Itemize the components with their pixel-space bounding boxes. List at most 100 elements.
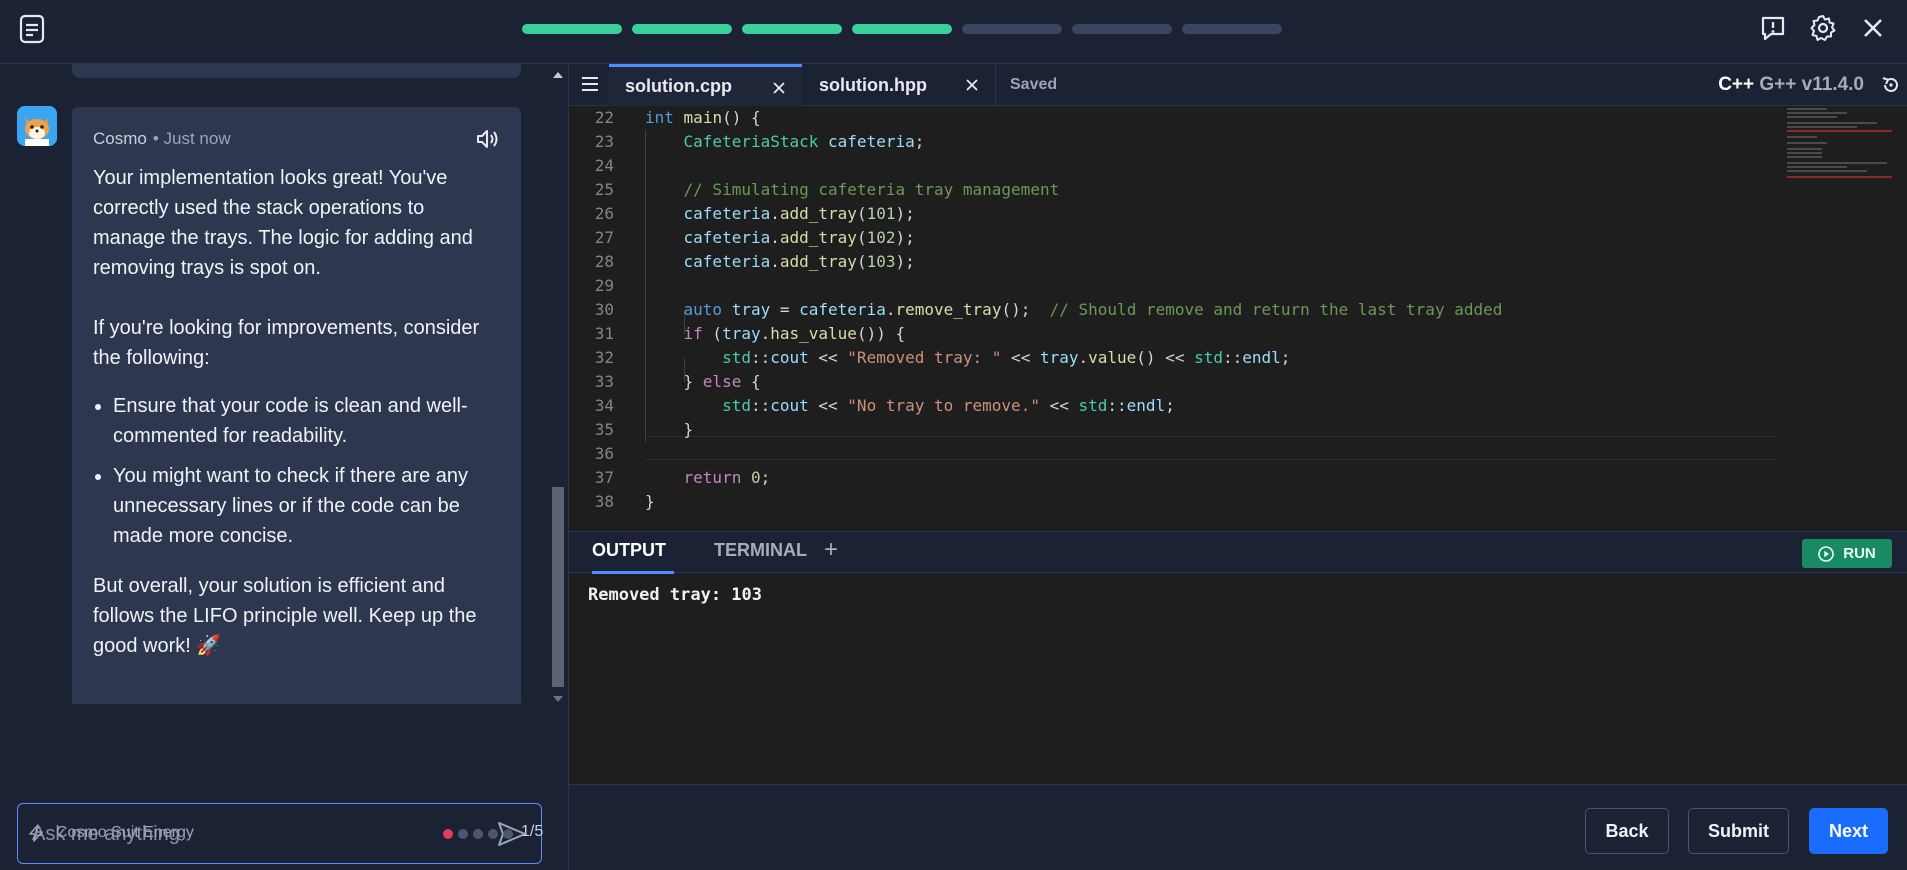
top-bar [0, 0, 1907, 64]
code-line: 25 // Simulating cafeteria tray manageme… [569, 178, 1669, 202]
energy-label: Cosmo Suit Energy [56, 824, 194, 841]
next-button[interactable]: Next [1809, 808, 1888, 854]
code-text: auto tray = cafeteria.remove_tray(); // … [683, 300, 1503, 319]
line-number: 32 [594, 348, 614, 367]
code-area[interactable]: 22 int main() { 23 CafeteriaStack cafeteri… [569, 106, 1907, 531]
code-line: 29 [569, 274, 1669, 298]
line-number: 34 [594, 396, 614, 415]
code-line: 36 [569, 442, 1669, 466]
speaker-icon[interactable] [475, 127, 501, 151]
line-number: 22 [594, 108, 614, 127]
code-line: 33 } else { [569, 370, 1669, 394]
code-text: cafeteria.add_tray(102); [683, 228, 915, 247]
save-status: Saved [1010, 76, 1058, 93]
tab-solution-cpp[interactable]: solution.cpp [609, 64, 802, 106]
energy-dot [443, 829, 453, 839]
minimap[interactable] [1787, 108, 1902, 188]
progress-segment [962, 24, 1062, 34]
energy-dot [458, 829, 468, 839]
code-line: 30 auto tray = cafeteria.remove_tray(); … [569, 298, 1669, 322]
scroll-up-arrow[interactable] [553, 72, 563, 78]
line-number: 37 [594, 468, 614, 487]
suggestion-list: Ensure that your code is clean and well-… [93, 391, 501, 551]
code-text: } [645, 420, 694, 439]
run-label: RUN [1843, 545, 1876, 562]
code-line: 31 if (tray.has_value()) { [569, 322, 1669, 346]
tab-solution-hpp[interactable]: solution.hpp [803, 64, 996, 106]
scroll-thumb[interactable] [552, 487, 564, 687]
energy-dot [503, 829, 513, 839]
progress-segment [1072, 24, 1172, 34]
list-item: You might want to check if there are any… [113, 461, 501, 551]
sender-name: Cosmo [93, 129, 147, 148]
code-text: cafeteria.add_tray(103); [683, 252, 915, 271]
progress-segment [522, 24, 622, 34]
code-line: 35 } [569, 418, 1669, 442]
play-icon [1818, 545, 1835, 562]
tab-label: solution.hpp [819, 74, 927, 95]
code-line: 37 return 0; [569, 466, 1669, 490]
message-time: • Just now [152, 129, 231, 148]
line-number: 23 [594, 132, 614, 151]
report-icon[interactable] [1757, 12, 1789, 44]
chat-scrollbar[interactable] [549, 64, 567, 710]
code-line: 34 std::cout << "No tray to remove." << … [569, 394, 1669, 418]
chat-history[interactable]: Cosmo • Just now Your implementation loo… [0, 64, 550, 704]
language-name: C++ [1718, 74, 1755, 95]
code-text: } else { [645, 372, 761, 391]
line-number: 28 [594, 252, 614, 271]
energy-dot [488, 829, 498, 839]
line-number: 38 [594, 492, 614, 511]
progress-segment [632, 24, 732, 34]
energy-dot [473, 829, 483, 839]
code-line: 32 std::cout << "Removed tray: " << tray… [569, 346, 1669, 370]
energy-dots [443, 829, 513, 839]
language-selector[interactable]: C++ G++ v11.4.0 [1718, 74, 1864, 96]
output-tabs: OUTPUT TERMINAL + RUN [569, 531, 1907, 574]
code-text: std::cout << "Removed tray: " << tray.va… [722, 348, 1291, 367]
notes-icon[interactable] [18, 14, 46, 44]
tab-label: solution.cpp [625, 76, 732, 96]
code-text: CafeteriaStack cafeteria; [683, 132, 925, 151]
back-button[interactable]: Back [1585, 808, 1669, 854]
code-line: 27 cafeteria.add_tray(102); [569, 226, 1669, 250]
code-text: int main() { [645, 108, 761, 127]
close-icon[interactable] [965, 76, 979, 91]
menu-icon[interactable] [581, 76, 599, 92]
close-icon[interactable] [772, 79, 786, 94]
code-line: 23 CafeteriaStack cafeteria; [569, 130, 1669, 154]
line-number: 33 [594, 372, 614, 391]
assistant-message: Cosmo • Just now Your implementation loo… [72, 107, 521, 704]
compiler-version: G++ v11.4.0 [1759, 74, 1864, 95]
code-line: 38} [569, 490, 1669, 514]
tab-terminal[interactable]: TERMINAL [714, 540, 807, 574]
file-tabs: solution.cpp solution.hpp Saved C++ G++ … [569, 64, 1907, 106]
submit-button[interactable]: Submit [1688, 808, 1789, 854]
gear-icon[interactable] [1807, 12, 1839, 44]
code-editor-panel: solution.cpp solution.hpp Saved C++ G++ … [568, 64, 1907, 870]
scroll-down-arrow[interactable] [553, 696, 563, 702]
energy-indicator: Cosmo Suit Energy [28, 824, 194, 842]
assistant-chat-panel: Cosmo • Just now Your implementation loo… [0, 64, 550, 870]
progress-segment [742, 24, 842, 34]
code-text: return 0; [683, 468, 771, 487]
footer-bar: Back Submit Next [569, 784, 1907, 870]
tab-output[interactable]: OUTPUT [592, 540, 674, 574]
add-terminal-icon[interactable]: + [824, 538, 844, 562]
reset-icon[interactable] [1880, 74, 1902, 96]
avatar [17, 106, 57, 146]
bolt-icon [29, 824, 43, 842]
line-number: 27 [594, 228, 614, 247]
previous-message [72, 64, 521, 78]
close-icon[interactable] [1857, 12, 1889, 44]
code-text: std::cout << "No tray to remove." << std… [722, 396, 1175, 415]
line-number: 29 [594, 276, 614, 295]
progress-segment [852, 24, 952, 34]
message-paragraph: If you're looking for improvements, cons… [93, 317, 480, 369]
code-text: // Simulating cafeteria tray management [683, 180, 1060, 199]
line-number: 26 [594, 204, 614, 223]
progress-segment [1182, 24, 1282, 34]
line-number: 24 [594, 156, 614, 175]
run-button[interactable]: RUN [1802, 539, 1892, 568]
code-text: if (tray.has_value()) { [683, 324, 906, 343]
